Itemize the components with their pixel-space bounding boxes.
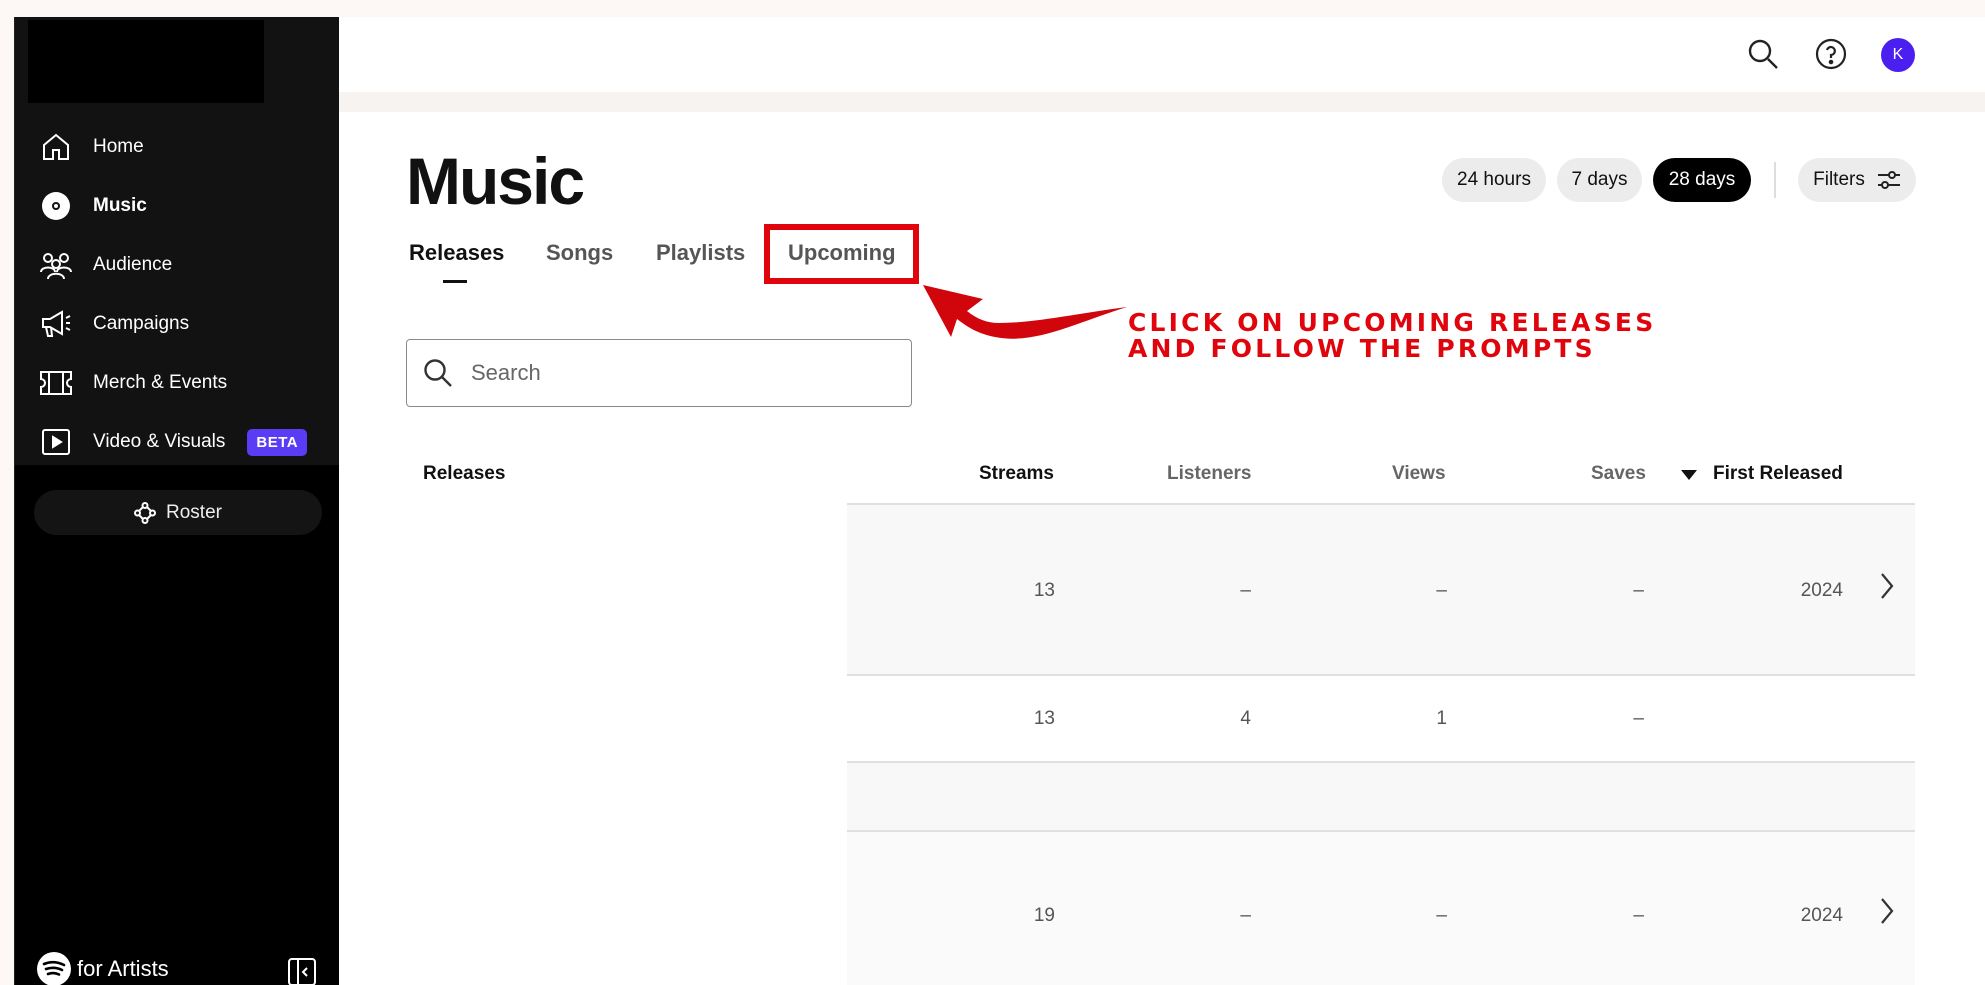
annotation-line-2: AND FOLLOW THE PROMPTS [1128,334,1596,363]
sidebar-item-label: Home [93,136,144,157]
range-24-hours[interactable]: 24 hours [1442,158,1546,202]
active-tab-indicator [443,280,467,283]
chevron-right-icon[interactable] [1879,571,1895,606]
search-icon [424,359,452,387]
roster-label: Roster [166,501,222,523]
streams-cell: 13 [1033,708,1055,729]
search-input[interactable] [471,360,891,386]
sidebar-item-video-visuals[interactable]: Video & Visuals BETA [15,416,340,468]
sidebar-item-label: Merch & Events [93,372,228,393]
column-header-first-released[interactable]: First Released [1713,463,1843,485]
table-row-spacer [847,763,1915,830]
saves-cell: – [1633,580,1644,601]
home-icon [39,130,73,164]
column-header-saves[interactable]: Saves [1591,463,1646,485]
sidebar-item-music[interactable]: Music [15,180,340,232]
beta-badge: BETA [247,428,308,456]
annotation-arrow-icon [923,285,1127,339]
roster-button[interactable]: Roster [34,490,322,535]
listeners-cell: 4 [1240,708,1251,729]
brand-label: for Artists [77,956,169,981]
upcoming-highlight-box [764,224,919,284]
views-cell: 1 [1436,708,1447,729]
top-bar [339,17,1985,92]
sidebar-item-home[interactable]: Home [15,121,340,173]
tab-playlists[interactable]: Playlists [656,240,745,266]
collapse-sidebar-icon[interactable] [287,957,317,985]
sidebar-item-merch-events[interactable]: Merch & Events [15,357,340,409]
column-header-streams[interactable]: Streams [979,463,1054,485]
sidebar: Home Music Audience Campaigns Merch & Ev [14,17,340,985]
streams-cell: 19 [1033,905,1055,926]
spotify-logo-icon [37,952,71,985]
sidebar-item-label: Video & Visuals [93,431,226,452]
sliders-icon [1877,171,1900,189]
sidebar-item-label: Music [93,195,147,216]
annotation-line-1: CLICK ON UPCOMING RELEASES [1128,308,1657,337]
sidebar-item-label: Audience [93,254,173,275]
play-icon [39,425,73,459]
roster-icon [134,501,157,524]
disc-icon [39,189,73,223]
help-icon[interactable] [1814,37,1848,71]
top-bar-divider [339,92,1985,112]
saves-cell: – [1633,708,1644,729]
views-cell: – [1436,905,1447,926]
tab-releases[interactable]: Releases [409,240,504,266]
first-released-cell: 2024 [1800,580,1843,601]
sidebar-item-label: Campaigns [93,313,190,334]
artist-logo [28,20,264,103]
listeners-cell: – [1240,905,1251,926]
divider [1774,162,1776,198]
sidebar-nav-section: Home Music Audience Campaigns Merch & Ev [15,17,340,465]
column-header-releases: Releases [423,463,506,484]
saves-cell: – [1633,905,1644,926]
avatar[interactable]: K [1881,38,1915,72]
column-header-views[interactable]: Views [1392,463,1446,485]
audience-icon [39,248,73,282]
tab-songs[interactable]: Songs [546,240,613,266]
brand-footer[interactable]: for Artists [37,952,169,985]
listeners-cell: – [1240,580,1251,601]
search-icon[interactable] [1746,37,1780,71]
first-released-cell: 2024 [1800,905,1843,926]
ticket-icon [39,366,73,400]
search-field[interactable] [406,339,912,407]
range-7-days[interactable]: 7 days [1557,158,1642,202]
sidebar-item-campaigns[interactable]: Campaigns [15,298,340,350]
chevron-right-icon[interactable] [1879,896,1895,931]
annotation-text: CLICK ON UPCOMING RELEASES AND FOLLOW TH… [1128,310,1656,362]
streams-cell: 13 [1033,580,1055,601]
range-28-days[interactable]: 28 days [1653,158,1751,202]
page-title: Music [406,144,585,218]
megaphone-icon [39,307,73,341]
sort-desc-icon [1680,468,1698,486]
filters-label: Filters [1813,169,1865,190]
column-header-listeners[interactable]: Listeners [1167,463,1251,485]
views-cell: – [1436,580,1447,601]
filters-button[interactable]: Filters [1798,158,1916,202]
sidebar-item-audience[interactable]: Audience [15,239,340,291]
